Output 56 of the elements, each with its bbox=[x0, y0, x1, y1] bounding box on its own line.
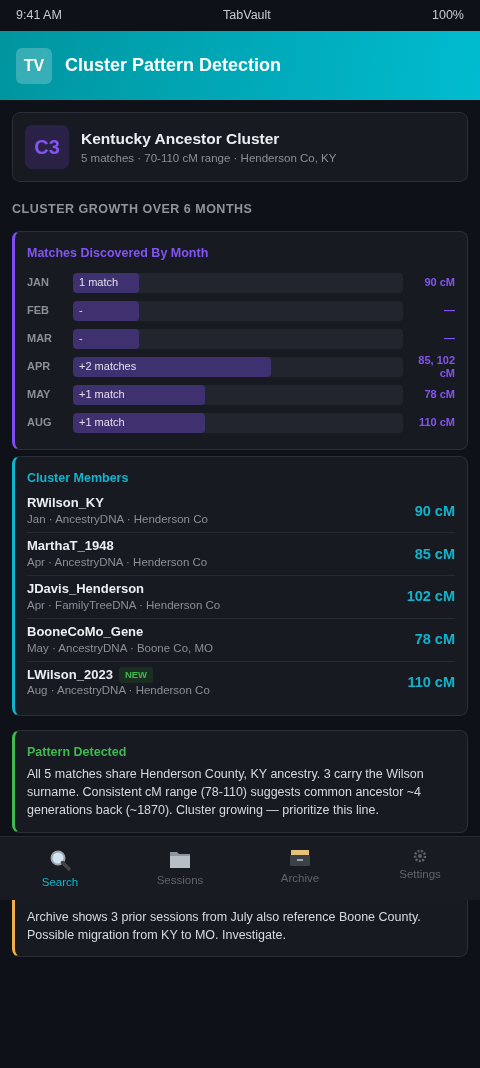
file-cabinet-icon bbox=[289, 849, 311, 867]
warning-text: Archive shows 3 prior sessions from July also reference Boone County. Possible migration from KY to MO. Investigate. bbox=[27, 908, 422, 944]
bar-fill: 1 match bbox=[73, 272, 139, 293]
member-details: Aug · AncestryDNA · Henderson Co bbox=[27, 683, 210, 699]
member-cm: 110 cM bbox=[407, 673, 455, 692]
member-name: RWilson_KY bbox=[27, 495, 104, 513]
month-label: MAR bbox=[27, 331, 54, 347]
section-heading: CLUSTER GROWTH OVER 6 MONTHS bbox=[12, 201, 254, 218]
nav-tab[interactable]: Archive bbox=[240, 837, 360, 900]
member-cm: 78 cM bbox=[414, 630, 455, 650]
cluster-badge: C3 bbox=[25, 125, 69, 169]
cluster-name: Kentucky Ancestor Cluster bbox=[81, 128, 281, 149]
member-details: May · AncestryDNA · Boone Co, MO bbox=[27, 640, 213, 656]
member-cm: 85 cM bbox=[414, 544, 455, 564]
member-details: Jan · AncestryDNA · Henderson Co bbox=[27, 512, 208, 528]
month-label: FEB bbox=[27, 303, 50, 319]
bar-fill: - bbox=[73, 328, 139, 349]
bar-fill: +1 match bbox=[73, 412, 205, 433]
nav-tab[interactable]: Sessions bbox=[120, 837, 240, 900]
card-title: Cluster Members bbox=[27, 469, 130, 487]
nav-tab[interactable]: Settings bbox=[360, 837, 480, 900]
search-icon bbox=[49, 849, 71, 871]
pattern-text: All 5 matches share Henderson County, KY ancestry. 3 carry the Wilson surname. Consistent cM range (78-110) suggests common ancestor ~4 generations back (~1870). Cluster growing — prioritize this line. bbox=[27, 766, 425, 820]
nav-tab[interactable]: Search bbox=[0, 837, 120, 900]
status-time: 9:41 AM bbox=[16, 7, 62, 25]
member-details: Apr · FamilyTreeDNA · Henderson Co bbox=[27, 597, 221, 613]
member-name: LWilson_2023 bbox=[27, 666, 113, 684]
cm-reading: 90 cM bbox=[423, 276, 455, 289]
bar-fill: +1 match bbox=[73, 384, 205, 405]
status-app-name: TabVault bbox=[223, 7, 271, 25]
cm-reading: 110 cM bbox=[417, 416, 455, 429]
bar-fill: +2 matches bbox=[73, 356, 271, 377]
bar-fill: - bbox=[73, 300, 139, 321]
cm-reading: — bbox=[443, 332, 455, 345]
cm-reading: 85, 102 cM bbox=[417, 353, 455, 380]
month-label: JAN bbox=[27, 275, 50, 291]
settings-icon bbox=[413, 849, 427, 863]
page-title: Cluster Pattern Detection bbox=[65, 54, 282, 77]
cm-reading: 78 cM bbox=[423, 388, 455, 401]
month-label: MAY bbox=[27, 387, 52, 403]
member-name: BooneCoMo_Gene bbox=[27, 623, 144, 641]
folder-icon bbox=[169, 849, 191, 869]
member-name: JDavis_Henderson bbox=[27, 580, 145, 598]
card-title: Matches Discovered By Month bbox=[27, 244, 210, 262]
month-label: AUG bbox=[27, 415, 53, 431]
month-label: APR bbox=[27, 359, 52, 375]
member-cm: 90 cM bbox=[414, 501, 455, 521]
cluster-summary: 5 matches · 70-110 cM range · Henderson Co, KY bbox=[81, 151, 337, 166]
member-cm: 102 cM bbox=[406, 587, 455, 607]
member-name: MarthaT_1948 bbox=[27, 538, 114, 555]
card-title: Pattern Detected bbox=[27, 744, 128, 762]
battery-level: 100% bbox=[432, 7, 464, 25]
member-details: Apr · AncestryDNA · Henderson Co bbox=[27, 554, 208, 570]
cm-reading: — bbox=[443, 304, 455, 317]
new-tag: NEW bbox=[118, 666, 154, 684]
app-logo: TV bbox=[16, 47, 52, 84]
